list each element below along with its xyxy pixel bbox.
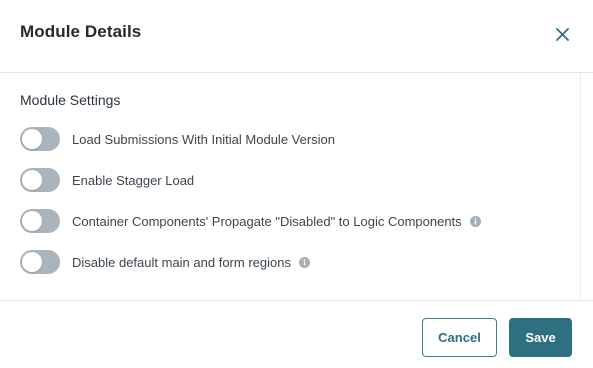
toggle-propagate-disabled[interactable] xyxy=(20,209,60,233)
setting-label: Disable default main and form regions xyxy=(72,254,291,270)
setting-row-stagger-load: Enable Stagger Load xyxy=(20,168,194,192)
toggle-knob xyxy=(22,211,42,231)
setting-label: Load Submissions With Initial Module Ver… xyxy=(72,131,336,147)
toggle-knob xyxy=(22,252,42,272)
toggle-knob xyxy=(22,129,42,149)
setting-row-disable-regions: Disable default main and form regions xyxy=(20,250,310,274)
setting-label: Container Components' Propagate "Disable… xyxy=(72,213,462,229)
cancel-button[interactable]: Cancel xyxy=(422,318,497,357)
section-title: Module Settings xyxy=(20,92,121,108)
setting-label: Enable Stagger Load xyxy=(72,172,195,188)
toggle-load-submissions[interactable] xyxy=(20,127,60,151)
dialog-footer: Cancel Save xyxy=(0,300,593,368)
save-button[interactable]: Save xyxy=(509,318,572,357)
dialog-title: Module Details xyxy=(20,22,142,41)
dialog-body: Module Settings Load Submissions With In… xyxy=(0,73,593,300)
toggle-knob xyxy=(22,170,42,190)
module-details-dialog: Module Details Module Settings Load Subm… xyxy=(0,0,593,368)
close-button[interactable] xyxy=(552,24,572,44)
setting-row-load-submissions: Load Submissions With Initial Module Ver… xyxy=(20,127,335,151)
toggle-disable-regions[interactable] xyxy=(20,250,60,274)
toggle-stagger-load[interactable] xyxy=(20,168,60,192)
dialog-header: Module Details xyxy=(0,0,593,73)
info-icon[interactable] xyxy=(469,215,481,227)
setting-row-propagate-disabled: Container Components' Propagate "Disable… xyxy=(20,209,481,233)
scrollbar[interactable] xyxy=(580,73,581,300)
close-icon xyxy=(555,27,569,41)
info-icon[interactable] xyxy=(298,256,310,268)
